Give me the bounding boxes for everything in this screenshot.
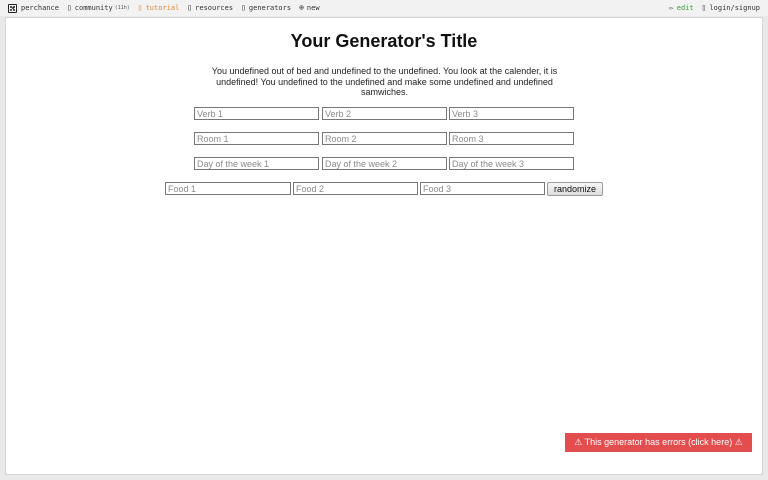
nav-edit[interactable]: ✏ edit	[668, 3, 694, 13]
verb-1-input[interactable]	[194, 107, 319, 120]
verb-2-input[interactable]	[322, 107, 447, 120]
brand-label: perchance	[21, 4, 59, 12]
page-title: Your Generator's Title	[290, 31, 478, 51]
brand-link[interactable]: perchance	[8, 3, 59, 13]
resources-label: resources	[195, 4, 234, 12]
nav-login[interactable]: ▯ login/signup	[701, 3, 760, 13]
day-1-input[interactable]	[194, 157, 319, 170]
nav-new[interactable]: ⊕ new	[299, 3, 320, 13]
nav-right-group: ✏ edit ▯ login/signup	[668, 3, 768, 13]
nav-generators[interactable]: ▯ generators	[241, 3, 292, 13]
chat-icon: ▯	[66, 3, 72, 12]
die-icon	[8, 3, 17, 13]
new-label: new	[306, 4, 320, 12]
room-1-input[interactable]	[194, 132, 319, 145]
room-2-input[interactable]	[322, 132, 447, 145]
nav-resources[interactable]: ▯ resources	[187, 3, 234, 13]
tutorial-label: tutorial	[145, 4, 180, 12]
top-navigation-bar: perchance ▯ community (11h) ▯ tutorial ▯…	[0, 0, 768, 16]
food-1-input[interactable]	[165, 182, 291, 195]
error-banner[interactable]: ⚠ This generator has errors (click here)…	[565, 433, 752, 452]
generator-output-panel: Your Generator's Title You undefined out…	[5, 17, 763, 475]
food-3-input[interactable]	[420, 182, 545, 195]
verb-3-input[interactable]	[449, 107, 574, 120]
nav-tutorial[interactable]: ▯ tutorial	[137, 3, 180, 13]
room-3-input[interactable]	[449, 132, 574, 145]
link-icon: ▯	[187, 3, 193, 12]
community-label: community	[74, 4, 113, 12]
day-3-input[interactable]	[449, 157, 574, 170]
book-icon: ▯	[137, 3, 143, 12]
user-icon: ▯	[701, 3, 707, 12]
pencil-icon: ✏	[668, 3, 674, 12]
login-label: login/signup	[709, 4, 760, 12]
food-2-input[interactable]	[293, 182, 418, 195]
nav-community[interactable]: ▯ community (11h)	[66, 3, 130, 13]
story-text: You undefined out of bed and undefined t…	[211, 66, 558, 97]
generators-label: generators	[248, 4, 292, 12]
plus-circle-icon: ⊕	[299, 3, 304, 12]
randomize-button[interactable]: randomize	[547, 182, 603, 196]
nav-left-group: perchance ▯ community (11h) ▯ tutorial ▯…	[0, 3, 328, 13]
community-count: (11h)	[114, 5, 130, 11]
list-icon: ▯	[241, 3, 246, 12]
edit-label: edit	[676, 4, 694, 12]
day-2-input[interactable]	[322, 157, 447, 170]
